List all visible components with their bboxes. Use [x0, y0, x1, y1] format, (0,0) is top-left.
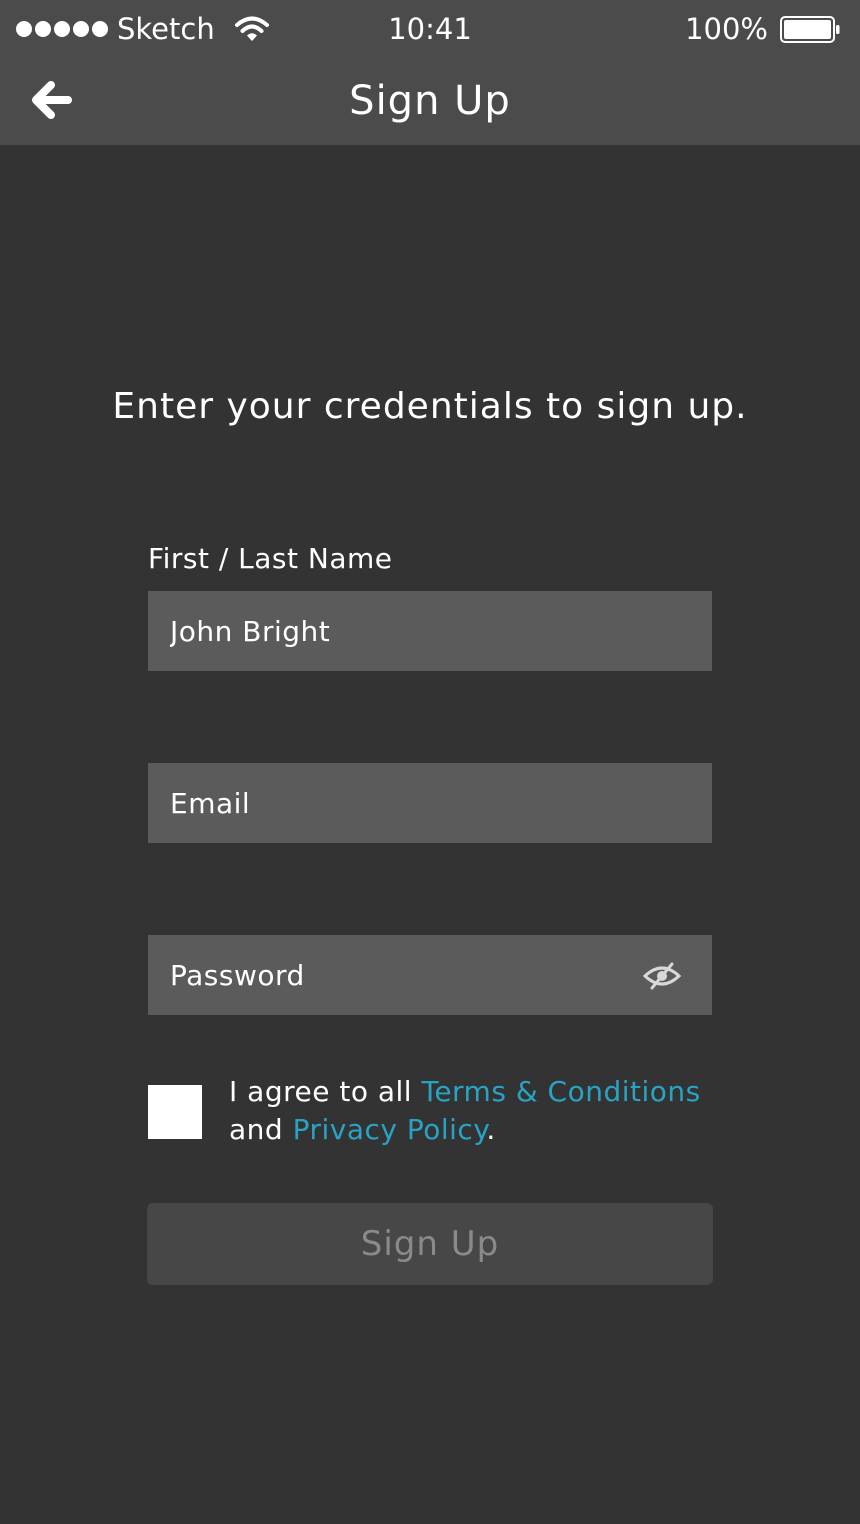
battery-percentage: 100% — [685, 12, 768, 46]
password-input[interactable] — [148, 935, 712, 1015]
name-field-label: First / Last Name — [148, 542, 393, 575]
eye-hidden-icon[interactable] — [642, 962, 682, 990]
name-input[interactable] — [148, 591, 712, 671]
battery-icon — [780, 16, 840, 43]
password-field-container — [148, 935, 712, 1015]
agree-checkbox[interactable] — [148, 1085, 202, 1139]
email-input[interactable] — [148, 763, 712, 843]
email-field-container — [148, 763, 712, 843]
agree-middle: and — [229, 1113, 293, 1146]
intro-text: Enter your credentials to sign up. — [112, 386, 748, 427]
agree-text: I agree to all Terms & Conditions and Pr… — [229, 1073, 729, 1149]
terms-link[interactable]: Terms & Conditions — [421, 1075, 700, 1108]
status-bar: Sketch 10:41 100% — [0, 0, 860, 56]
header: Sketch 10:41 100% Sign Up — [0, 0, 860, 145]
sign-up-button[interactable]: Sign Up — [147, 1203, 713, 1285]
page-title: Sign Up — [349, 78, 511, 124]
agree-prefix: I agree to all — [229, 1075, 422, 1108]
privacy-link[interactable]: Privacy Policy — [293, 1113, 487, 1146]
agree-suffix: . — [486, 1113, 496, 1146]
name-field-container — [148, 591, 712, 671]
